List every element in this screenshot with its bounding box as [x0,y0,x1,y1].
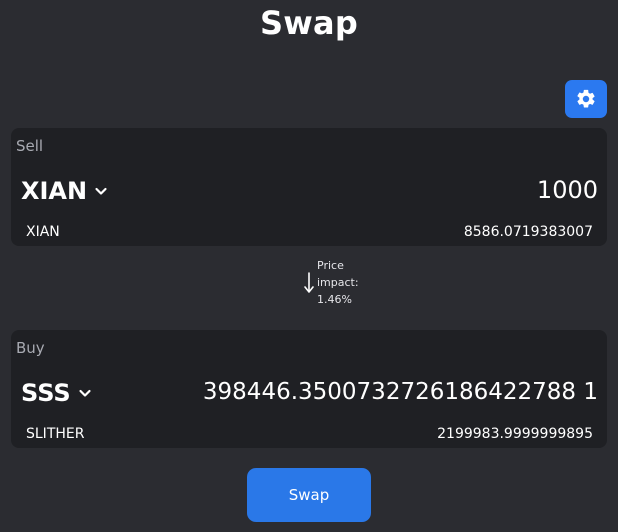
price-impact-text: Price impact: 1.46% [317,257,387,308]
buy-label: Buy [16,339,45,357]
sell-label: Sell [16,137,44,155]
chevron-down-icon [95,187,107,195]
gear-icon [577,89,595,108]
buy-amount-input[interactable] [78,372,598,412]
swap-button[interactable]: Swap [247,468,371,522]
price-impact-label-line1: Price [317,259,344,272]
sell-token-name: XIAN [26,224,60,240]
buy-token-name: SLITHER [26,426,85,442]
settings-button[interactable] [565,80,607,118]
buy-panel: Buy SSS SLITHER 2199983.9999999895 [11,330,607,448]
sell-token-symbol: XIAN [21,177,88,205]
sell-token-balance: 8586.0719383007 [463,224,593,240]
price-impact-value: 1.46% [317,293,352,306]
arrow-down-icon [304,272,314,293]
price-impact: Price impact: 1.46% [300,256,390,310]
price-impact-label-line2: impact: [317,276,359,289]
buy-token-balance: 2199983.9999999895 [437,426,593,442]
sell-amount-input[interactable] [168,170,598,210]
sell-token-selector[interactable]: XIAN [21,174,108,208]
page-title: Swap [260,4,358,42]
sell-panel: Sell XIAN XIAN 8586.0719383007 [11,128,607,246]
buy-token-symbol: SSS [21,379,71,407]
